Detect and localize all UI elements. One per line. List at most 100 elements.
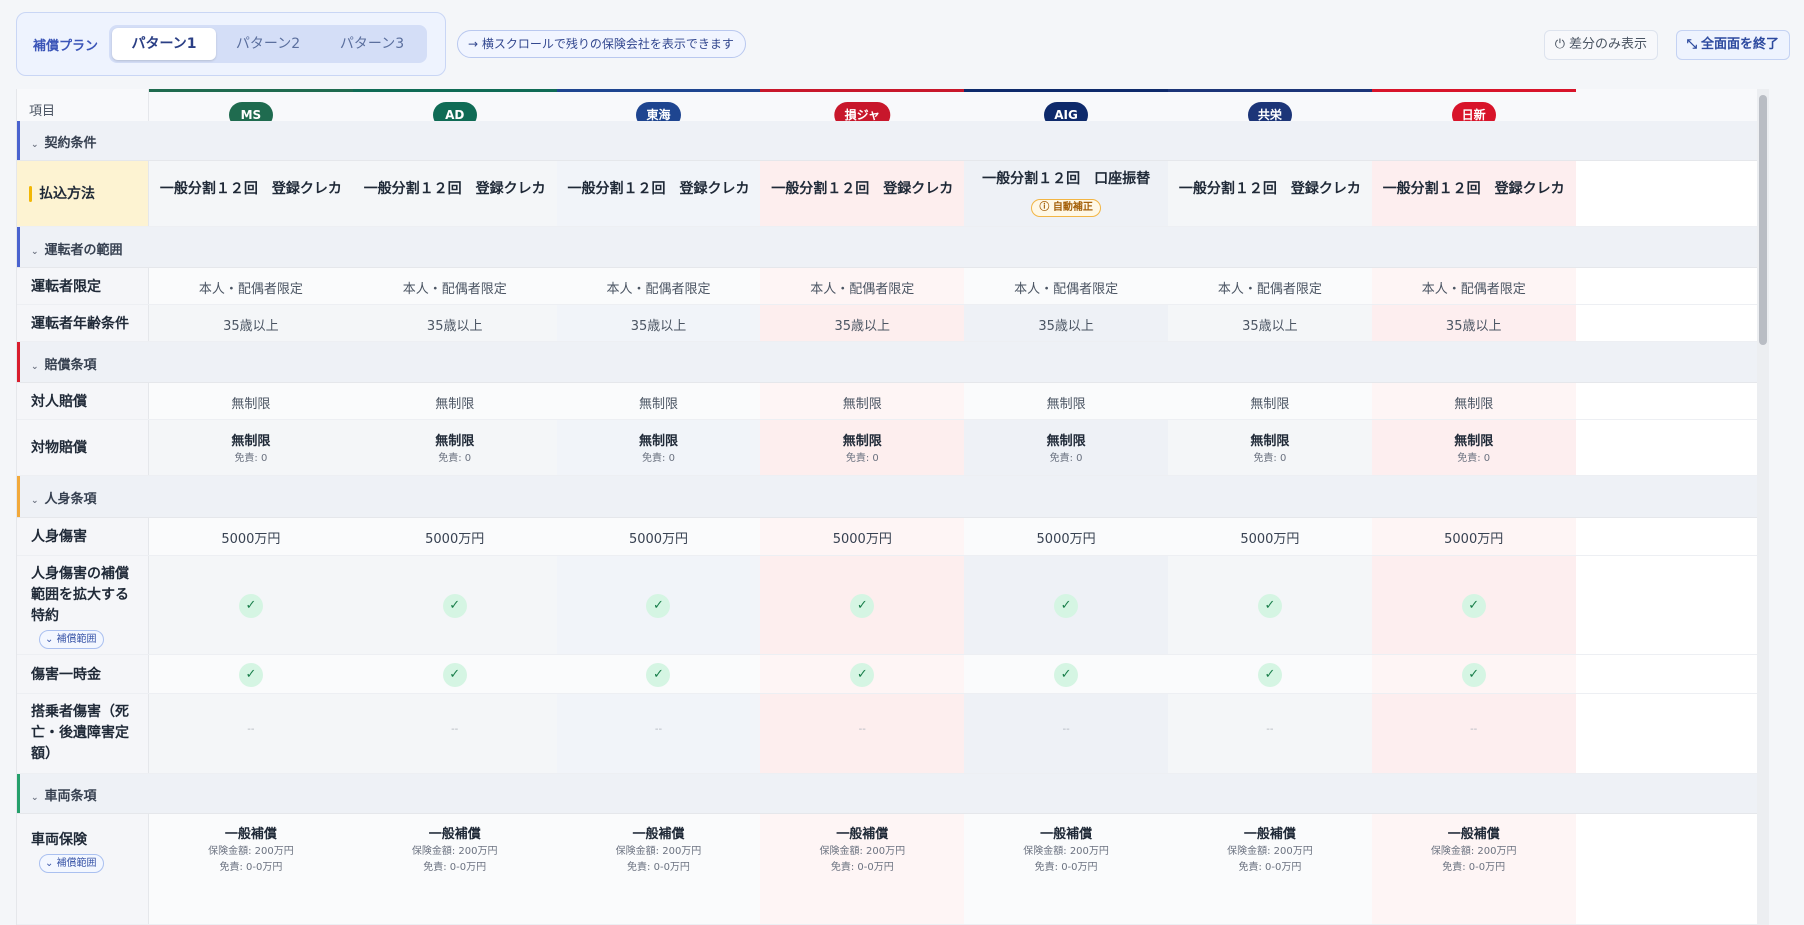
check-wrap: ✓: [964, 593, 1168, 618]
value-cell: 一般補償 保険金額: 200万円 免責: 0-0万円: [352, 814, 557, 924]
value-text: 免責: 0-0万円: [627, 862, 690, 873]
check-wrap: ✓: [964, 662, 1168, 687]
pattern-2-tab[interactable]: パターン2: [216, 28, 320, 60]
value-text: 保険金額: 200万円: [1023, 846, 1109, 857]
value-text: 35歳以上: [1038, 319, 1094, 334]
coverage-scope-tag[interactable]: ⌄ 補償範囲: [39, 630, 104, 649]
value-cell: --: [149, 694, 353, 773]
row-lump_sum: 傷害一時金 ✓ ✓ ✓ ✓ ✓ ✓ ✓: [17, 655, 1769, 694]
exit-fullscreen-button[interactable]: ⤡ 全面面を終了: [1675, 30, 1790, 60]
value-text: 保険金額: 200万円: [1227, 846, 1313, 857]
row-label-text: 運転者年齢条件: [31, 315, 129, 332]
check-wrap: ✓: [149, 593, 353, 618]
value-cell: 一般補償 保険金額: 200万円 免責: 0-0万円: [149, 814, 353, 924]
value-cell: 5000万円: [964, 518, 1168, 555]
value-cell: 5000万円: [1371, 518, 1576, 555]
check-icon: ✓: [1461, 593, 1486, 618]
value-text: 一般補償: [836, 827, 889, 842]
row-label: 対物賠償: [17, 420, 149, 475]
value-text: 本人・配偶者限定: [1217, 282, 1322, 297]
value-cell: 無制限 免責: 0: [352, 420, 557, 475]
section-driver[interactable]: ⌄ 運転者の範囲: [17, 227, 1769, 268]
value-cell: 一般分割１２回 登録クレカ: [352, 161, 557, 226]
value-text: 一般分割１２回 口座振替: [982, 171, 1151, 187]
section-vehicle[interactable]: ⌄ 車両条項: [17, 774, 1769, 814]
value-text: 35歳以上: [630, 319, 687, 334]
value-text: 免責: 0-0万円: [1442, 862, 1506, 873]
value-cell: 5000万円: [556, 518, 761, 555]
section-accent: [17, 774, 20, 813]
company-color-bar: [556, 89, 761, 92]
row-label: 運転者年齢条件: [17, 305, 149, 341]
scrollbar-thumb[interactable]: [1759, 95, 1767, 345]
value-text: 無制限: [1250, 397, 1290, 412]
company-color-bar: [964, 89, 1168, 92]
section-liability[interactable]: ⌄ 賠償条項: [17, 342, 1769, 383]
value-text: 無制限: [638, 434, 678, 449]
value-cell: --: [1371, 694, 1576, 773]
value-text: --: [654, 724, 663, 735]
plan-selector: 補償プラン パターン1 パターン2 パターン3: [16, 12, 446, 76]
value-text: --: [1062, 724, 1070, 735]
check-icon: ✓: [850, 593, 875, 618]
row-label: 払込方法: [17, 161, 149, 226]
value-cell: 無制限 免責: 0: [760, 420, 965, 475]
exit-fullscreen-label: 全面面を終了: [1700, 37, 1779, 52]
check-icon: ✓: [442, 662, 467, 687]
section-title-text: 運転者の範囲: [44, 242, 123, 258]
chevron-down-icon: ⌄: [31, 793, 39, 803]
value-text: 一般補償: [1447, 827, 1500, 842]
value-cell: 本人・配偶者限定: [964, 268, 1168, 304]
value-text: 5000万円: [1240, 532, 1300, 547]
value-text: 免責: 0: [1457, 453, 1491, 464]
value-text: --: [247, 724, 255, 735]
check-icon: ✓: [850, 662, 875, 687]
value-cell: 無制限: [964, 383, 1168, 419]
value-cell: 一般分割１２回 登録クレカ: [556, 161, 761, 226]
value-text: 一般補償: [428, 827, 481, 842]
value-text: --: [1470, 724, 1478, 735]
check-wrap: ✓: [353, 662, 557, 687]
pattern-1-tab[interactable]: パターン1: [112, 28, 216, 60]
section-title: ⌄ 車両条項: [31, 785, 97, 804]
row-bodily: 対人賠償 無制限 無制限 無制限 無制限 無制限 無制限 無制限: [17, 383, 1769, 420]
value-text: 無制限: [1046, 397, 1086, 412]
chevron-down-icon: ⌄: [31, 361, 39, 372]
check-icon: ✓: [1054, 662, 1079, 687]
check-icon: ✓: [1257, 662, 1282, 687]
section-contract[interactable]: ⌄ 契約条件: [17, 121, 1769, 161]
value-cell: 本人・配偶者限定: [149, 268, 353, 304]
value-text: 本人・配偶者限定: [1421, 282, 1526, 297]
value-cell: 本人・配偶者限定: [556, 268, 761, 304]
value-text: 無制限: [435, 434, 475, 449]
collapse-icon: ⤡: [1686, 37, 1697, 52]
value-cell: --: [1168, 694, 1372, 773]
value-cell: 一般分割１２回 登録クレカ: [1168, 161, 1372, 226]
value-cell: 一般分割１２回 登録クレカ: [760, 161, 965, 226]
check-icon: ✓: [238, 593, 263, 618]
value-text: 5000万円: [832, 532, 892, 547]
pattern-3-tab[interactable]: パターン3: [320, 28, 424, 60]
row-label: 車両保険 ⌄ 補償範囲: [17, 814, 149, 924]
check-wrap: ✓: [1372, 662, 1576, 687]
value-cell: 5000万円: [760, 518, 965, 555]
check-icon: ✓: [442, 593, 467, 618]
vertical-scrollbar[interactable]: [1757, 89, 1769, 925]
row-label: 運転者限定: [17, 268, 149, 304]
check-wrap: ✓: [1168, 662, 1372, 687]
value-cell: 一般分割１２回 口座振替 ⓘ 自動補正: [964, 161, 1168, 226]
value-text: --: [451, 724, 459, 735]
value-text: 一般分割１２回 登録クレカ: [363, 181, 546, 197]
comparison-table: 項目 MS AD 東海 損ジャ AIG 共栄 日新 ⌄ 契約条件 払込方法 一般分割１２回 登録ク…: [16, 89, 1769, 925]
row-label: 人身傷害: [17, 518, 149, 555]
value-cell: 5000万円: [149, 518, 353, 555]
section-personal[interactable]: ⌄ 人身条項: [17, 476, 1769, 518]
value-cell: ✓: [1168, 655, 1372, 693]
value-cell: 本人・配偶者限定: [1168, 268, 1372, 304]
value-cell: 一般補償 保険金額: 200万円 免責: 0-0万円: [1371, 814, 1576, 924]
coverage-scope-tag[interactable]: ⌄ 補償範囲: [39, 854, 104, 873]
highlight-bar: [29, 186, 32, 202]
value-text: 免責: 0: [1253, 453, 1287, 464]
diff-only-button[interactable]: ⏻ 差分のみ表示: [1543, 30, 1658, 60]
value-text: 本人・配偶者限定: [402, 282, 507, 297]
